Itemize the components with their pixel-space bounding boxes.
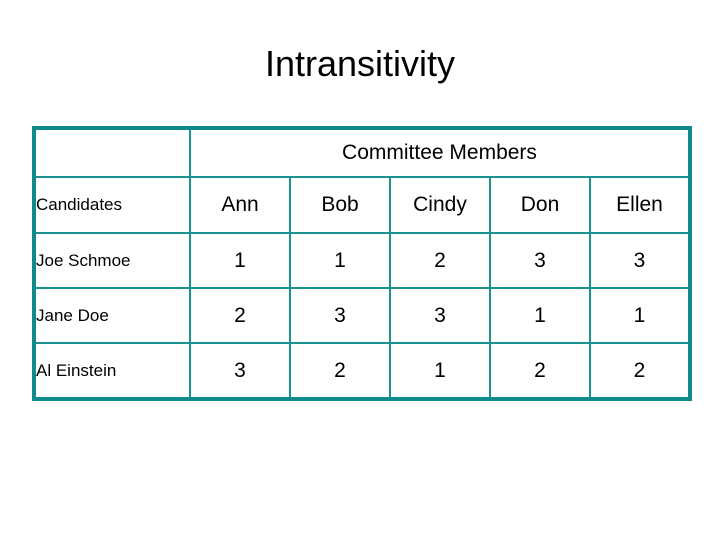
rank-cell-2-3: 2 [489,342,591,400]
table-header-member-2: Cindy [389,176,491,234]
table-header-member-3: Don [489,176,591,234]
rank-cell-2-1: 2 [289,342,391,400]
rank-cell-0-3: 3 [489,232,591,289]
intransitivity-table-container: Committee Members Candidates Ann Bob Cin… [32,126,692,401]
table-row: Al Einstein 3 2 1 2 2 [33,342,691,400]
rank-cell-1-0: 2 [189,287,291,344]
table-header-candidates: Candidates [33,176,191,234]
table-row-column-headers: Candidates Ann Bob Cindy Don Ellen [33,176,691,234]
table-header-member-1: Bob [289,176,391,234]
rank-cell-1-1: 3 [289,287,391,344]
rank-cell-2-2: 1 [389,342,491,400]
table-row-group-header: Committee Members [33,127,691,178]
rank-cell-1-3: 1 [489,287,591,344]
table-header-member-0: Ann [189,176,291,234]
rank-cell-0-4: 3 [589,232,691,289]
table-group-header: Committee Members [189,127,691,178]
page-title: Intransitivity [264,43,456,84]
table-header-member-4: Ellen [589,176,691,234]
candidate-name-2: Al Einstein [33,342,191,400]
table-row: Jane Doe 2 3 3 1 1 [33,287,691,344]
rank-cell-1-2: 3 [389,287,491,344]
rank-cell-0-0: 1 [189,232,291,289]
rank-cell-0-2: 2 [389,232,491,289]
ranking-table: Committee Members Candidates Ann Bob Cin… [32,126,692,401]
rank-cell-0-1: 1 [289,232,391,289]
rank-cell-2-0: 3 [189,342,291,400]
table-row: Joe Schmoe 1 1 2 3 3 [33,232,691,289]
candidate-name-0: Joe Schmoe [33,232,191,289]
candidate-name-1: Jane Doe [33,287,191,344]
rank-cell-2-4: 2 [589,342,691,400]
rank-cell-1-4: 1 [589,287,691,344]
slide-canvas: Intransitivity Committee Members Candida… [0,0,720,540]
table-corner-blank [33,127,191,178]
